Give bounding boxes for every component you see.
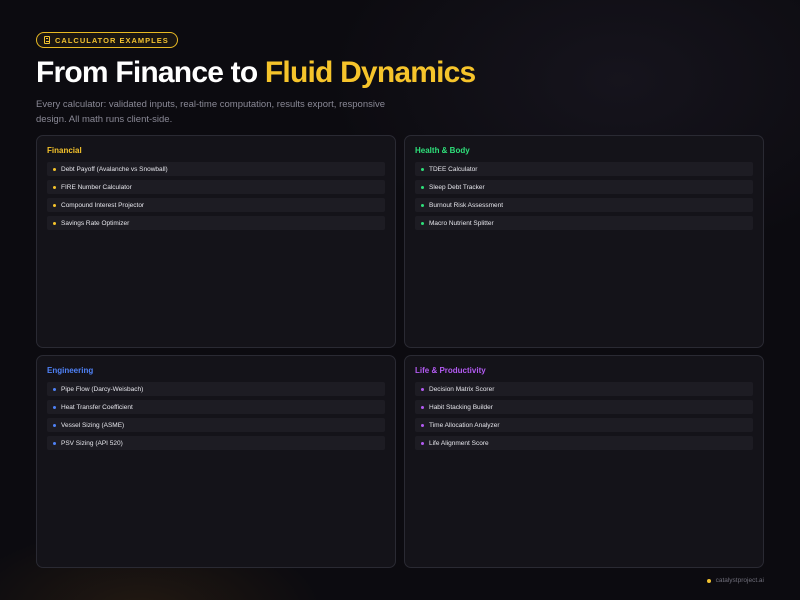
item-label: Burnout Risk Assessment — [429, 201, 504, 209]
list-item[interactable]: Vessel Sizing (ASME) — [47, 418, 385, 432]
list-item[interactable]: TDEE Calculator — [415, 162, 753, 176]
list-item[interactable]: Decision Matrix Scorer — [415, 382, 753, 396]
card-life-productivity: Life & Productivity Decision Matrix Scor… — [404, 355, 764, 568]
list-item[interactable]: Life Alignment Score — [415, 436, 753, 450]
bullet-dot — [53, 423, 56, 427]
list-item[interactable]: Habit Stacking Builder — [415, 400, 753, 414]
bullet-dot — [421, 423, 424, 427]
list-item[interactable]: Debt Payoff (Avalanche vs Snowball) — [47, 162, 385, 176]
title-accent: Fluid Dynamics — [264, 56, 476, 89]
title-part1: From Finance to — [36, 56, 265, 89]
item-label: Time Allocation Analyzer — [429, 421, 500, 429]
bullet-dot — [421, 405, 424, 409]
list-item[interactable]: Macro Nutrient Splitter — [415, 216, 753, 230]
list-item[interactable]: Time Allocation Analyzer — [415, 418, 753, 432]
item-label: Compound Interest Projector — [61, 201, 145, 209]
bullet-dot — [421, 203, 424, 207]
card-title: Health & Body — [415, 146, 470, 155]
calculator-icon — [44, 36, 50, 44]
bullet-dot — [421, 167, 424, 171]
footer-dot — [706, 578, 711, 583]
bullet-dot — [53, 441, 56, 445]
bullet-dot — [421, 185, 424, 189]
calculator-list: Debt Payoff (Avalanche vs Snowball) FIRE… — [47, 162, 385, 230]
list-item[interactable]: Pipe Flow (Darcy-Weisbach) — [47, 382, 385, 396]
item-label: Savings Rate Optimizer — [61, 219, 130, 227]
bullet-dot — [421, 387, 424, 391]
item-label: Heat Transfer Coefficient — [61, 403, 133, 411]
item-label: Sleep Debt Tracker — [429, 183, 485, 191]
item-label: Life Alignment Score — [429, 439, 489, 447]
list-item[interactable]: PSV Sizing (API 520) — [47, 436, 385, 450]
item-label: PSV Sizing (API 520) — [61, 439, 123, 447]
page-subtitle: Every calculator: validated inputs, real… — [36, 99, 386, 125]
calculator-list: Decision Matrix Scorer Habit Stacking Bu… — [415, 382, 753, 450]
bullet-dot — [53, 167, 56, 171]
item-label: Vessel Sizing (ASME) — [61, 421, 125, 429]
item-label: FIRE Number Calculator — [61, 183, 132, 191]
badge-label: CALCULATOR EXAMPLES — [55, 35, 169, 45]
list-item[interactable]: Burnout Risk Assessment — [415, 198, 753, 212]
calculator-examples-badge: CALCULATOR EXAMPLES — [36, 32, 178, 48]
item-label: Debt Payoff (Avalanche vs Snowball) — [61, 165, 168, 173]
item-label: Habit Stacking Builder — [429, 403, 493, 411]
list-item[interactable]: FIRE Number Calculator — [47, 180, 385, 194]
list-item[interactable]: Compound Interest Projector — [47, 198, 385, 212]
card-title: Life & Productivity — [415, 366, 486, 375]
page-title: From Finance to Fluid Dynamics — [36, 56, 476, 90]
card-engineering: Engineering Pipe Flow (Darcy-Weisbach) H… — [36, 355, 396, 568]
list-item[interactable]: Sleep Debt Tracker — [415, 180, 753, 194]
calculator-list: Pipe Flow (Darcy-Weisbach) Heat Transfer… — [47, 382, 385, 450]
bullet-dot — [53, 405, 56, 409]
card-financial: Financial Debt Payoff (Avalanche vs Snow… — [36, 135, 396, 348]
calculator-list: TDEE Calculator Sleep Debt Tracker Burno… — [415, 162, 753, 230]
bullet-dot — [53, 203, 56, 207]
bullet-dot — [53, 221, 56, 225]
card-health-body: Health & Body TDEE Calculator Sleep Debt… — [404, 135, 764, 348]
bullet-dot — [53, 387, 56, 391]
item-label: TDEE Calculator — [429, 165, 478, 173]
card-title: Engineering — [47, 366, 94, 375]
list-item[interactable]: Savings Rate Optimizer — [47, 216, 385, 230]
card-title: Financial — [47, 146, 82, 155]
item-label: Pipe Flow (Darcy-Weisbach) — [61, 385, 144, 393]
footer-link[interactable]: catalystproject.ai — [716, 577, 764, 584]
bullet-dot — [53, 185, 56, 189]
item-label: Macro Nutrient Splitter — [429, 219, 494, 227]
footer: catalystproject.ai — [706, 577, 764, 584]
item-label: Decision Matrix Scorer — [429, 385, 495, 393]
bullet-dot — [421, 441, 424, 445]
list-item[interactable]: Heat Transfer Coefficient — [47, 400, 385, 414]
bullet-dot — [421, 221, 424, 225]
